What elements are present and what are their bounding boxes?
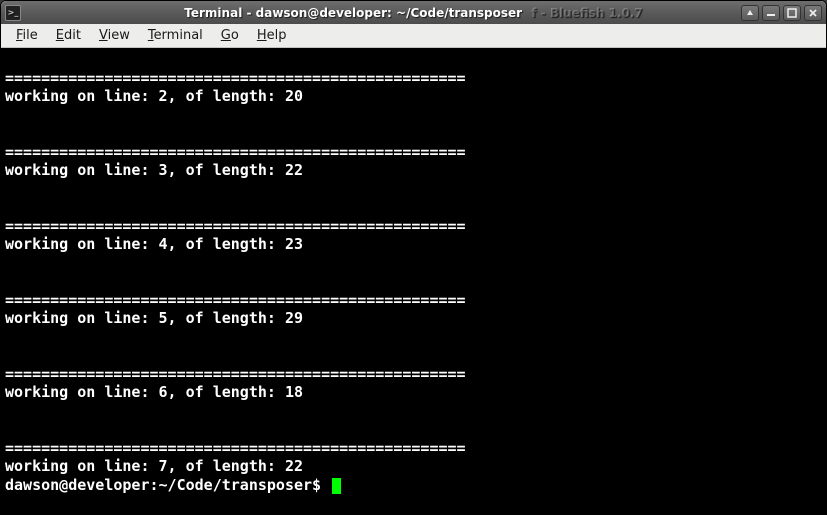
menu-terminal-rest: erminal xyxy=(154,28,203,43)
cursor xyxy=(332,478,341,494)
app-icon: >_ xyxy=(5,5,21,21)
menubar: File Edit View Terminal Go Help xyxy=(1,24,826,48)
menu-file[interactable]: File xyxy=(9,26,45,45)
window-title: Terminal - dawson@developer: ~/Code/tran… xyxy=(1,6,826,20)
titlebar[interactable]: >_ Terminal - dawson@developer: ~/Code/t… xyxy=(1,1,826,24)
menu-edit-rest: dit xyxy=(64,28,81,43)
window-controls xyxy=(741,5,822,21)
menu-go-rest: o xyxy=(231,28,239,43)
menu-view-rest: iew xyxy=(108,28,130,43)
terminal-output[interactable]: ========================================… xyxy=(1,48,826,514)
menu-help[interactable]: Help xyxy=(250,26,294,45)
shell-prompt: dawson@developer:~/Code/transposer$ xyxy=(5,476,330,494)
menu-go[interactable]: Go xyxy=(214,26,246,45)
menu-edit[interactable]: Edit xyxy=(49,26,88,45)
menu-file-rest: ile xyxy=(23,28,38,43)
window-title-text: Terminal - dawson@developer: ~/Code/tran… xyxy=(184,6,522,20)
menu-help-rest: elp xyxy=(267,28,287,43)
menu-view[interactable]: View xyxy=(92,26,137,45)
minimize-button[interactable] xyxy=(762,5,780,21)
maximize-button[interactable] xyxy=(783,5,801,21)
menu-terminal[interactable]: Terminal xyxy=(141,26,210,45)
terminal-window: >_ Terminal - dawson@developer: ~/Code/t… xyxy=(0,0,827,515)
background-window-hint: f - Bluefish 1.0.7 xyxy=(531,6,642,20)
rollup-button[interactable] xyxy=(741,5,759,21)
close-button[interactable] xyxy=(804,5,822,21)
